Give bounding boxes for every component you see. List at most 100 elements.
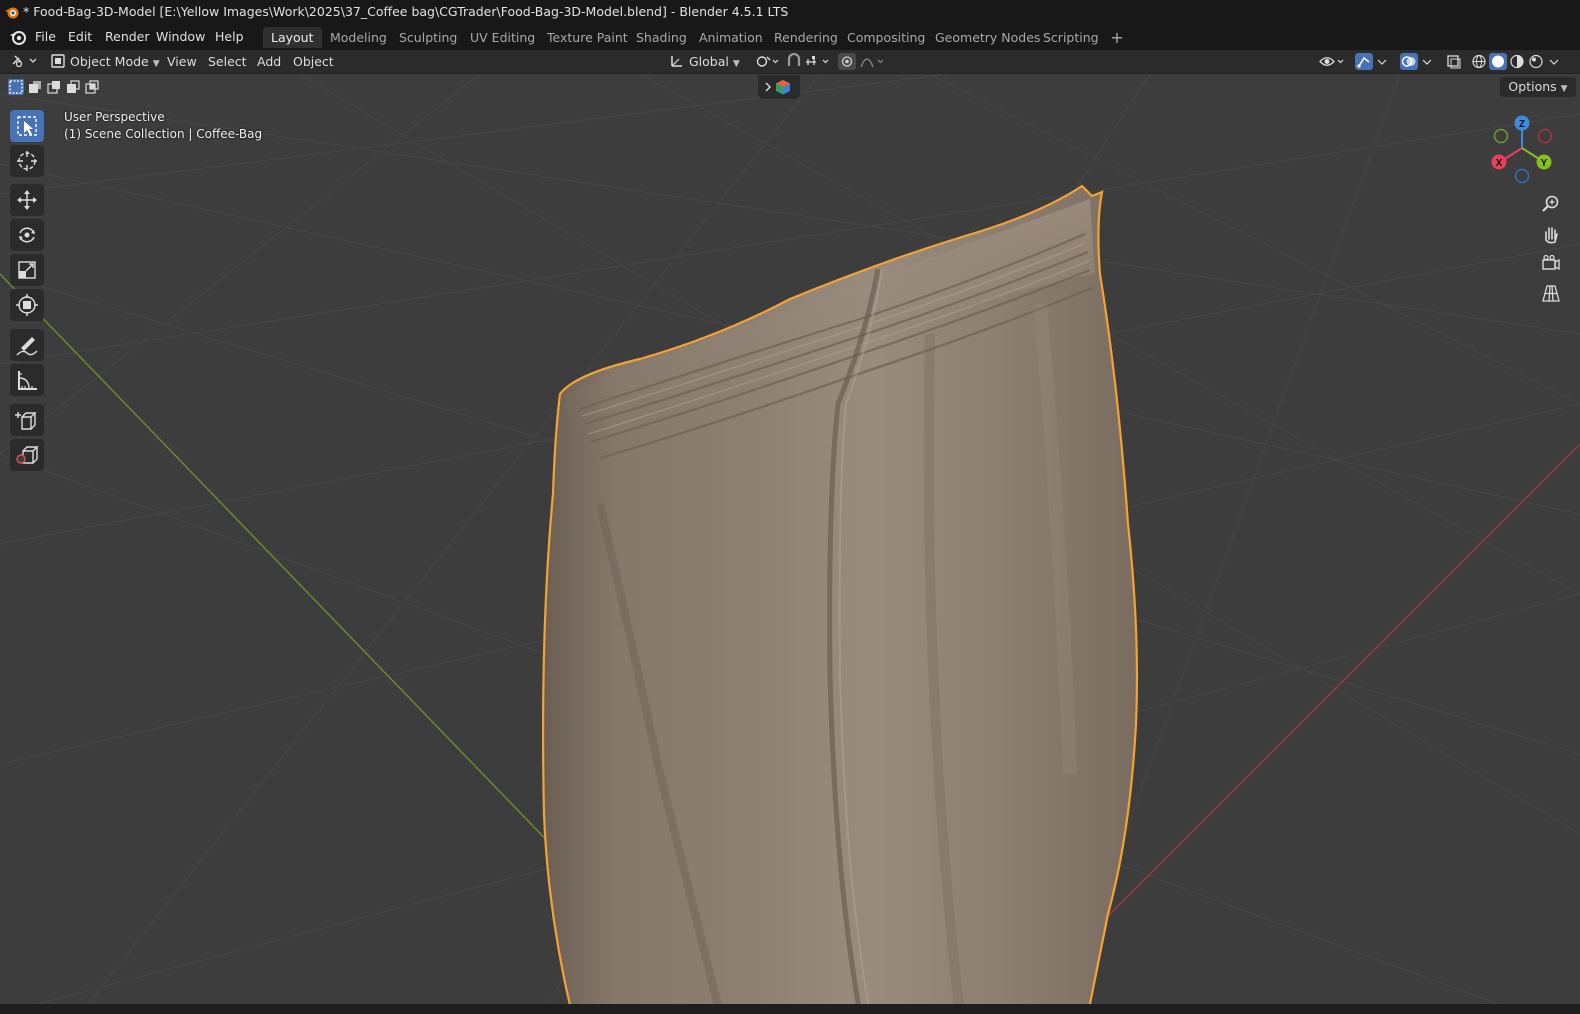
menu-file[interactable]: File [30,28,61,46]
y-axis-line [0,273,561,855]
coffee-bag-object[interactable] [541,184,1139,1014]
camera-icon [1542,254,1560,271]
chevron-down-icon: ▼ [1560,84,1568,94]
wireframe-shading-icon[interactable] [1470,53,1488,70]
select-invert-icon[interactable] [65,79,81,95]
overlays-toggle-icon[interactable] [1400,53,1418,70]
tool-cursor[interactable] [10,145,44,177]
tab-geometry-nodes[interactable]: Geometry Nodes [927,27,1048,48]
mode-dropdown[interactable]: Object Mode ▼ [46,52,166,71]
tab-compositing[interactable]: Compositing [839,27,933,48]
cursor-icon [17,151,37,171]
window-titlebar: * Food-Bag-3D-Model [E:\Yellow Images\Wo… [0,0,1580,24]
x-axis-line [1099,443,1580,925]
chevron-right-icon [765,82,771,92]
zoom-icon [1542,195,1559,212]
rotate-icon [19,227,35,243]
tool-annotate[interactable] [10,329,44,361]
xray-toggle-icon[interactable] [1445,53,1463,70]
options-label: Options [1508,79,1557,94]
object-mode-icon [51,54,65,68]
tool-move[interactable] [10,184,44,216]
move-icon [17,190,37,210]
orientation-dropdown[interactable]: Global ▼ [670,52,740,71]
blender-icon [5,7,19,19]
tab-sculpting[interactable]: Sculpting [391,27,465,48]
zoom-button[interactable] [1537,190,1565,218]
tab-rendering[interactable]: Rendering [766,27,846,48]
menu-select[interactable]: Select [208,52,247,71]
collection-info-label: (1) Scene Collection | Coffee-Bag [64,127,263,141]
tab-shading[interactable]: Shading [628,27,695,48]
menu-view[interactable]: View [167,52,197,71]
y-axis-label: Y [1541,158,1548,169]
3d-viewport[interactable]: User Perspective (1) Scene Collection | … [0,74,1580,1014]
neg-y-axis-handle[interactable] [1493,128,1509,144]
tool-measure[interactable] [10,364,44,396]
falloff-icon[interactable] [858,53,888,70]
snap-target-icon[interactable] [803,53,833,70]
menu-render[interactable]: Render [100,28,155,46]
rendered-shading-icon[interactable] [1527,53,1545,70]
hand-pan-icon [1545,227,1558,244]
select-new-icon[interactable] [8,79,24,95]
select-box-icon [17,116,37,136]
editor-type-button[interactable] [10,52,42,71]
chevron-down-icon[interactable] [1547,53,1561,70]
top-menubar: File Edit Render Window Help Layout Mode… [0,24,1580,50]
material-preview-icon[interactable] [1508,53,1526,70]
pan-button[interactable] [1537,220,1565,248]
window-title: * Food-Bag-3D-Model [E:\Yellow Images\Wo… [23,4,789,19]
menu-help[interactable]: Help [210,28,249,46]
camera-view-button[interactable] [1537,250,1565,278]
menu-add[interactable]: Add [257,52,281,71]
tool-select-box[interactable] [10,110,44,142]
viewport-header: Object Mode ▼ View Select Add Object Glob… [0,50,1580,74]
status-bar [0,1004,1580,1014]
tab-layout[interactable]: Layout [263,27,322,48]
tool-add-primitive[interactable] [10,439,44,471]
chevron-down-icon: ▼ [152,59,160,69]
add-primitive-icon [16,446,39,464]
gizmo-toggle-icon[interactable] [1355,53,1373,70]
snap-toggle-icon[interactable] [785,53,803,70]
scale-icon [18,261,36,279]
visibility-icon[interactable] [1318,53,1348,70]
viewport-tool-settings-toggle[interactable] [758,75,800,99]
x-axis-label: X [1496,158,1503,169]
blender-menu-icon[interactable] [9,28,27,46]
tool-add-cube[interactable] [10,404,44,436]
add-workspace-icon[interactable]: + [1108,27,1126,48]
grid-perspective-icon [1542,285,1560,302]
navigation-gizmo[interactable]: Z Y X [1488,112,1568,192]
tab-uv-editing[interactable]: UV Editing [462,27,543,48]
neg-x-axis-handle[interactable] [1537,128,1553,144]
view-name-label: User Perspective [64,110,165,124]
tab-scripting[interactable]: Scripting [1035,27,1107,48]
solid-shading-icon[interactable] [1489,53,1507,70]
menu-window[interactable]: Window [151,28,210,46]
tool-scale[interactable] [10,254,44,286]
z-axis-label: Z [1519,119,1525,130]
select-extend-icon[interactable] [27,79,43,95]
tab-texture-paint[interactable]: Texture Paint [539,27,636,48]
tab-modeling[interactable]: Modeling [322,27,395,48]
perspective-toggle-button[interactable] [1537,280,1565,308]
select-subtract-icon[interactable] [46,79,62,95]
editor-type-icon [12,55,37,68]
annotate-pencil-icon [16,337,38,356]
orientation-icon [671,56,682,67]
menu-object[interactable]: Object [293,52,334,71]
chevron-down-icon[interactable] [1420,53,1434,70]
menu-edit[interactable]: Edit [63,28,97,46]
neg-z-axis-handle[interactable] [1514,168,1530,184]
orientation-label: Global [689,54,729,69]
tab-animation[interactable]: Animation [691,27,771,48]
options-dropdown[interactable]: Options ▼ [1500,77,1576,97]
tool-transform[interactable] [10,289,44,321]
proportional-editing-icon[interactable] [838,53,856,70]
chevron-down-icon[interactable] [1375,53,1389,70]
tool-rotate[interactable] [10,219,44,251]
pivot-point-icon[interactable] [754,53,780,70]
select-intersect-icon[interactable] [84,79,100,95]
